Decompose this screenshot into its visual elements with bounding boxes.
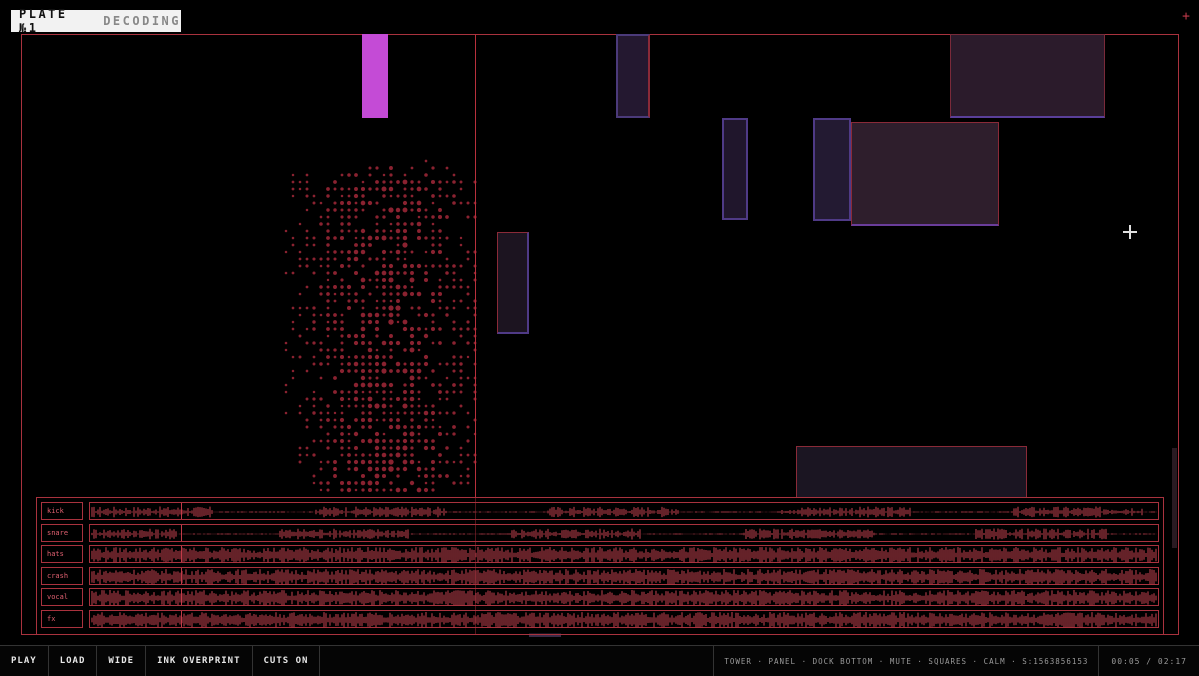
bottom-toolbar: PLAY LOAD WIDE INK OVERPRINT CUTS ON TOW… [0,645,1199,676]
track-row: kick [41,502,1159,520]
plate-title: PLATE №1 [19,7,68,35]
plus-icon[interactable]: + [1182,10,1190,23]
track-label[interactable]: hats [41,545,83,563]
status-line: TOWER · PANEL · DOCK BOTTOM · MUTE · SQU… [713,646,1098,676]
plate-status: DECODING [103,14,181,28]
track-waveform[interactable] [89,545,1159,563]
track-row: snare [41,524,1159,542]
texture-panel [950,34,1105,118]
cuts-toggle-button[interactable]: CUTS ON [253,646,321,676]
track-label[interactable]: fx [41,610,83,628]
lane-marker [181,611,182,627]
load-button[interactable]: LOAD [49,646,98,676]
texture-panel [796,446,1027,498]
time-readout: 00:05 / 02:17 [1098,646,1199,676]
track-waveform[interactable] [89,524,1159,542]
track-row: fx [41,610,1159,628]
track-waveform[interactable] [89,588,1159,606]
lane-marker [181,568,182,584]
scrollbar[interactable] [1172,448,1177,548]
track-label[interactable]: vocal [41,588,83,606]
play-button[interactable]: PLAY [0,646,49,676]
track-panel: kick snare hats crash vocal fx [36,497,1164,635]
lane-marker [181,589,182,605]
violet-block [813,118,851,221]
track-label[interactable]: crash [41,567,83,585]
track-waveform[interactable] [89,567,1159,585]
violet-block [722,118,748,220]
track-waveform[interactable] [89,610,1159,628]
violet-block [497,232,529,334]
lane-marker [181,525,182,541]
track-row: vocal [41,588,1159,606]
track-label[interactable]: snare [41,524,83,542]
violet-block [616,34,650,118]
track-label[interactable]: kick [41,502,83,520]
lane-marker [181,503,182,519]
track-row: crash [41,567,1159,585]
lane-marker [181,546,182,562]
plate-title-badge: PLATE №1 DECODING [11,7,181,35]
crosshair-icon [1123,225,1137,239]
ink-overprint-button[interactable]: INK OVERPRINT [146,646,253,676]
texture-panel [851,122,999,226]
halftone-dot-field [284,159,477,493]
wide-button[interactable]: WIDE [97,646,147,676]
track-waveform[interactable] [89,502,1159,520]
track-row: hats [41,545,1159,563]
magenta-block [362,34,388,118]
